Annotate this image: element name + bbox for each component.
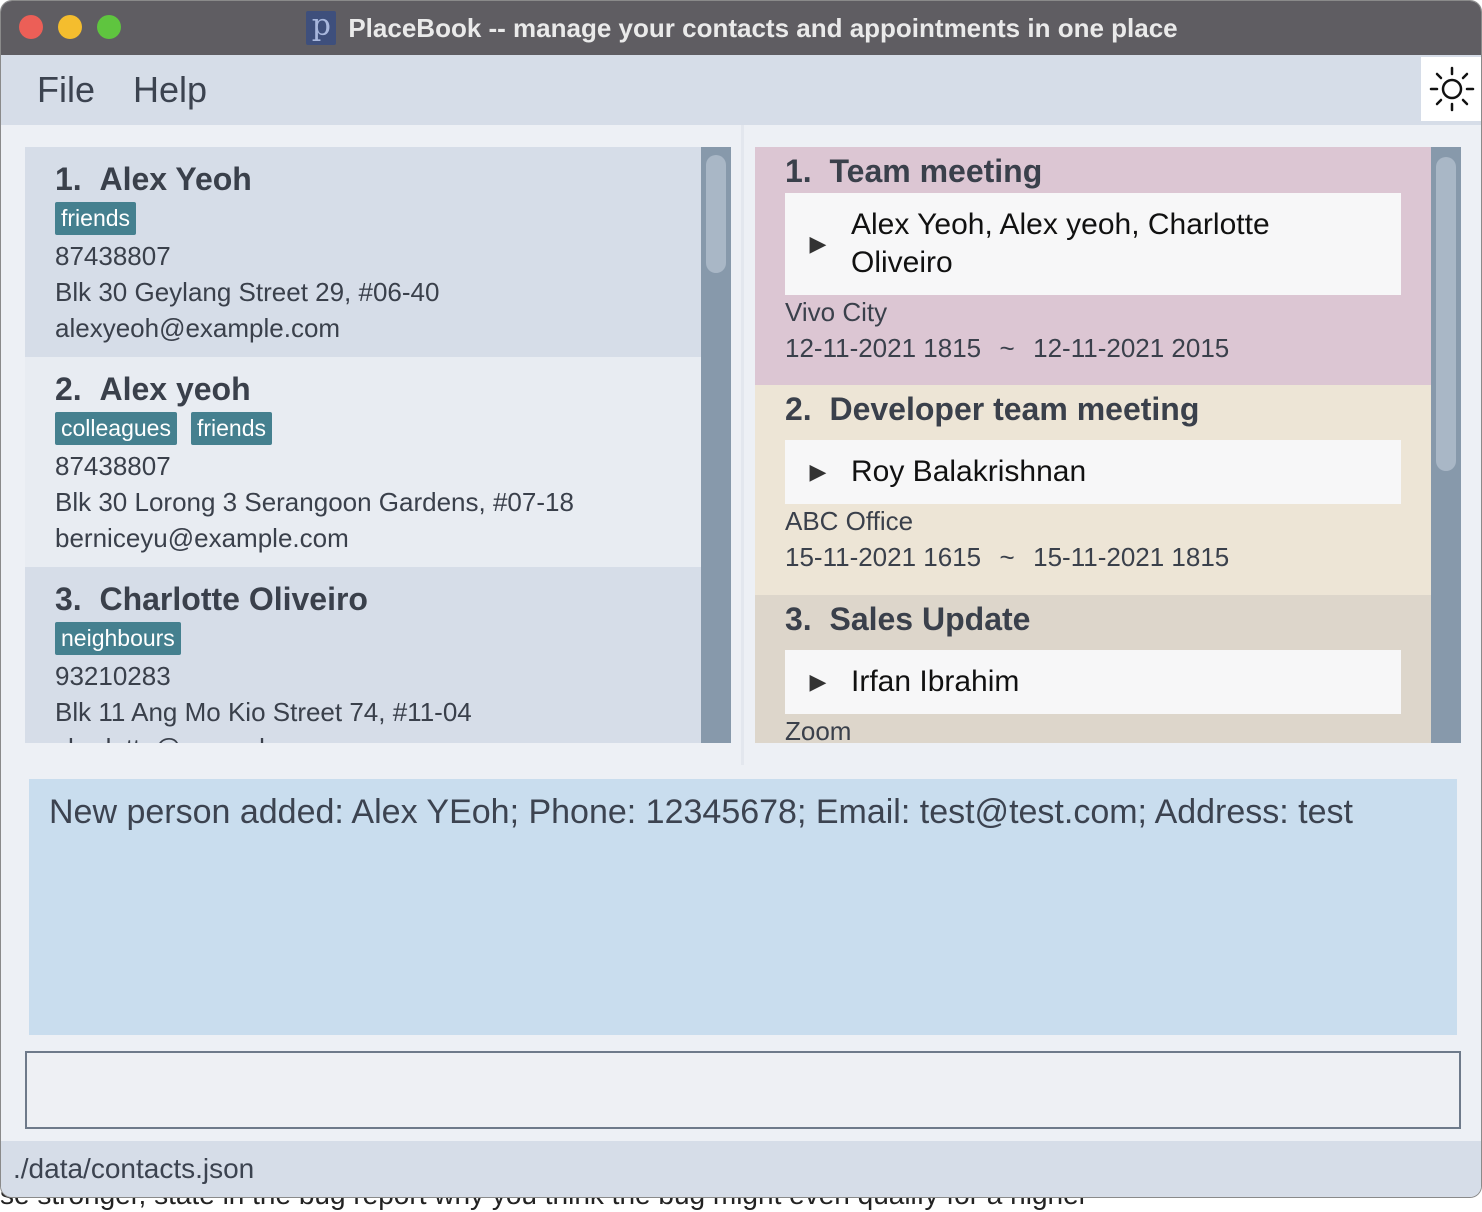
appointment-location: Zoom: [785, 716, 852, 743]
expand-arrow-icon[interactable]: ▶: [785, 232, 851, 257]
person-email: berniceyu@example.com: [55, 523, 349, 553]
appointment-card[interactable]: 2. Developer team meeting ▶ Roy Balakris…: [755, 385, 1431, 595]
person-tags: neighbours: [55, 622, 181, 655]
theme-toggle-button[interactable]: [1421, 57, 1481, 121]
expand-arrow-icon[interactable]: ▶: [785, 460, 851, 485]
data-file-path: ./data/contacts.json: [13, 1153, 255, 1184]
expand-arrow-icon[interactable]: ▶: [785, 670, 851, 695]
appointment-persons-dropdown[interactable]: ▶ Alex Yeoh, Alex yeoh, Charlotte Olivei…: [785, 193, 1401, 295]
person-address: Blk 30 Geylang Street 29, #06-40: [55, 277, 440, 307]
minimize-window-button[interactable]: [58, 15, 82, 39]
person-phone: 87438807: [55, 451, 171, 481]
person-card[interactable]: 1. Alex Yeoh friends 87438807 Blk 30 Gey…: [25, 147, 701, 357]
person-tags: colleagues friends: [55, 412, 273, 445]
tag-badge: colleagues: [55, 412, 177, 445]
status-bar: ./data/contacts.json: [1, 1141, 1481, 1197]
appointment-persons-dropdown[interactable]: ▶ Irfan Ibrahim: [785, 650, 1401, 714]
appointment-persons-dropdown[interactable]: ▶ Roy Balakrishnan: [785, 440, 1401, 504]
appointment-description: 3. Sales Update: [785, 601, 1031, 637]
app-icon: p: [306, 11, 337, 45]
appointment-card[interactable]: 3. Sales Update ▶ Irfan Ibrahim Zoom: [755, 595, 1431, 743]
result-display: New person added: Alex YEoh; Phone: 1234…: [29, 779, 1457, 1035]
tag-badge: friends: [190, 412, 273, 445]
tag-badge: neighbours: [55, 622, 181, 655]
person-address: Blk 11 Ang Mo Kio Street 74, #11-04: [55, 697, 472, 727]
appointment-list: 1. Team meeting ▶ Alex Yeoh, Alex yeoh, …: [755, 147, 1461, 743]
scrollbar-thumb[interactable]: [1436, 157, 1456, 471]
appointment-description: 2. Developer team meeting: [785, 391, 1200, 427]
scrollbar-thumb[interactable]: [706, 155, 726, 273]
person-name: 1. Alex Yeoh: [55, 161, 252, 197]
sun-icon: [1429, 66, 1475, 112]
person-tags: friends: [55, 202, 137, 235]
person-card[interactable]: 2. Alex yeoh colleagues friends 87438807…: [25, 357, 701, 567]
person-name: 3. Charlotte Oliveiro: [55, 581, 368, 617]
person-card[interactable]: 3. Charlotte Oliveiro neighbours 9321028…: [25, 567, 701, 743]
person-name: 2. Alex yeoh: [55, 371, 251, 407]
appointment-location: ABC Office: [785, 506, 914, 536]
person-address: Blk 30 Lorong 3 Serangoon Gardens, #07-1…: [55, 487, 574, 517]
tag-badge: friends: [55, 202, 137, 235]
title-bar: p PlaceBook -- manage your contacts and …: [1, 1, 1481, 55]
appointment-persons: Irfan Ibrahim: [851, 665, 1020, 698]
close-window-button[interactable]: [19, 15, 43, 39]
zoom-window-button[interactable]: [97, 15, 121, 39]
menu-help[interactable]: Help: [133, 69, 207, 111]
appointment-time: 12-11-2021 1815 ~12-11-2021 2015: [785, 333, 1230, 363]
command-input[interactable]: [25, 1051, 1461, 1129]
result-message: New person added: Alex YEoh; Phone: 1234…: [49, 793, 1353, 831]
appointment-card[interactable]: 1. Team meeting ▶ Alex Yeoh, Alex yeoh, …: [755, 147, 1431, 385]
window-title: PlaceBook -- manage your contacts and ap…: [348, 12, 1178, 43]
appointment-time: 15-11-2021 1615 ~15-11-2021 1815: [785, 542, 1230, 572]
person-email: alexyeoh@example.com: [55, 313, 341, 343]
menu-file[interactable]: File: [37, 69, 95, 111]
appointment-list-scrollbar[interactable]: [1431, 147, 1461, 743]
person-phone: 93210283: [55, 661, 171, 691]
person-list: 1. Alex Yeoh friends 87438807 Blk 30 Gey…: [25, 147, 731, 743]
person-list-scrollbar[interactable]: [701, 147, 731, 743]
person-email: charlotte@example.com: [55, 733, 336, 743]
person-phone: 87438807: [55, 241, 171, 271]
appointment-location: Vivo City: [785, 297, 888, 327]
window-controls: [19, 15, 121, 39]
appointment-description: 1. Team meeting: [785, 153, 1043, 189]
appointment-persons: Alex Yeoh, Alex yeoh, Charlotte Oliveiro: [851, 208, 1270, 279]
appointment-persons: Roy Balakrishnan: [851, 455, 1087, 488]
pane-divider[interactable]: [741, 125, 744, 765]
app-window: p PlaceBook -- manage your contacts and …: [0, 0, 1482, 1198]
menu-bar: File Help: [1, 55, 1481, 125]
